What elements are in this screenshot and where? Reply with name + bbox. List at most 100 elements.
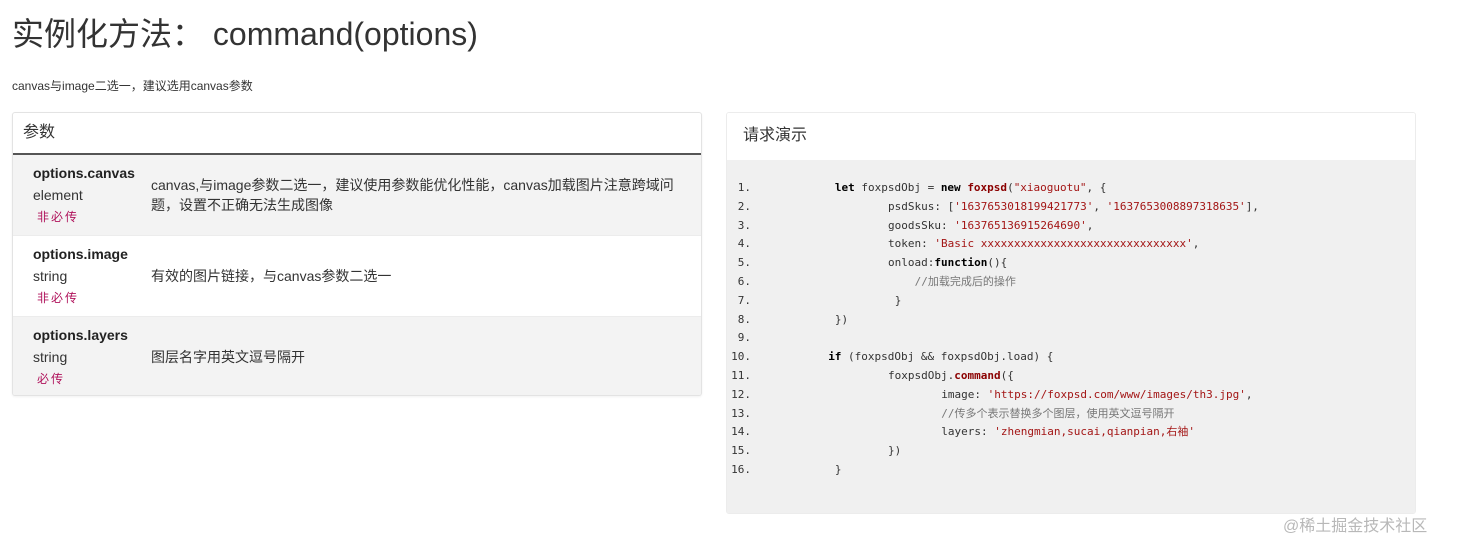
code-token: image: <box>941 387 988 401</box>
code-token: , <box>1093 199 1107 213</box>
code-line-number: 8. <box>737 312 751 326</box>
code-line: 11. foxpsdObj.command({ <box>727 366 1415 385</box>
code-line-content: }) <box>888 441 901 460</box>
code-token: } <box>894 293 902 307</box>
code-line-content: psdSkus: ['1637653018199421773', '163765… <box>888 197 1259 216</box>
code-token: layers: <box>941 425 995 439</box>
code-token: psdSkus: [ <box>888 199 955 213</box>
param-desc: 图层名字用英文逗号隔开 <box>151 349 305 365</box>
code-line-content: onload:function(){ <box>888 253 1007 272</box>
code-token: //加载完成后的操作 <box>914 275 1016 288</box>
code-line: 7.} <box>727 291 1415 310</box>
code-token: 'zhengmian,sucai,qianpian,右袖' <box>994 425 1196 439</box>
code-line-number: 5. <box>737 256 751 270</box>
code-token: '163765136915264690' <box>954 218 1087 232</box>
code-line: 13. //传多个表示替换多个图层，使用英文逗号隔开 <box>727 404 1415 423</box>
params-panel: 参数 options.canvas element 非必传 canvas,与im… <box>12 112 702 396</box>
code-token: ({ <box>1000 369 1014 382</box>
code-token: foxpsd <box>967 181 1008 194</box>
code-line-number: 6. <box>737 275 751 288</box>
code-line-content: //加载完成后的操作 <box>915 272 1016 291</box>
code-line: 16.} <box>727 460 1415 479</box>
demo-panel: 请求演示 1. let foxpsdObj = new foxpsd("xiaog… <box>726 112 1416 514</box>
code-token: ], <box>1245 199 1259 213</box>
demo-header: 请求演示 <box>727 113 1415 159</box>
param-required: 必传 <box>37 372 66 386</box>
code-token: (foxpsdObj && foxpsdObj.load) { <box>841 350 1054 364</box>
code-line-number: 10. <box>731 350 751 364</box>
param-name: options.canvas <box>33 165 135 181</box>
code-token: let <box>834 181 855 194</box>
code-token: }) <box>834 312 849 326</box>
param-desc: 有效的图片链接，与canvas参数二选一 <box>151 268 392 284</box>
code-token: //传多个表示替换多个图层，使用英文逗号隔开 <box>941 406 1175 420</box>
code-line-content: token: 'Basic xxxxxxxxxxxxxxxxxxxxxxxxxx… <box>888 234 1199 253</box>
watermark: @稀土掘金技术社区 <box>1283 518 1428 535</box>
code-line: 4. token: 'Basic xxxxxxxxxxxxxxxxxxxxxxxx… <box>727 234 1415 253</box>
code-line: 12. image: 'https://foxpsd.com/www/images… <box>727 385 1415 404</box>
code-line-number: 14. <box>731 425 751 439</box>
code-line-number: 7. <box>737 293 751 307</box>
param-type: element <box>33 187 83 203</box>
code-token: goodsSku: <box>888 218 955 232</box>
code-token: command <box>954 369 1001 382</box>
code-token: 'Basic xxxxxxxxxxxxxxxxxxxxxxxxxxxxxxx' <box>934 237 1193 251</box>
code-token: , <box>1086 218 1094 232</box>
code-token: foxpsdObj. <box>888 369 955 382</box>
code-line-content: foxpsdObj.command({ <box>888 366 1014 385</box>
code-line-content: } <box>835 460 842 479</box>
code-token: '1637653018199421773' <box>954 199 1094 213</box>
code-token: token: <box>888 237 935 251</box>
param-row-layers: options.layers string 必传 图层名字用英文逗号隔开 <box>13 317 701 395</box>
param-name: options.image <box>33 246 128 262</box>
param-row-image: options.image string 非必传 有效的图片链接，与canvas… <box>13 236 701 317</box>
code-line-number: 4. <box>737 237 751 251</box>
param-type: string <box>33 268 68 284</box>
code-token: "xiaoguotu" <box>1013 181 1087 194</box>
code-line-number: 16. <box>731 463 751 476</box>
page-title: 实例化方法： command(options) <box>12 16 478 52</box>
code-token: new <box>940 181 961 194</box>
code-token: , <box>1245 387 1253 401</box>
param-required: 非必传 <box>37 291 80 305</box>
code-line-number: 1. <box>737 181 751 194</box>
code-token: if <box>828 350 842 364</box>
code-token: foxpsdObj = <box>854 181 941 194</box>
code-line: 6. //加载完成后的操作 <box>727 272 1415 291</box>
code-line: 2. psdSkus: ['1637653018199421773', '1637… <box>727 197 1415 216</box>
code-token: , { <box>1086 181 1107 194</box>
code-token: , <box>1192 237 1200 251</box>
params-header: 参数 <box>13 113 701 155</box>
code-line: 15.}) <box>727 441 1415 460</box>
param-name: options.layers <box>33 327 128 343</box>
code-line-content: if (foxpsdObj && foxpsdObj.load) { <box>828 347 1053 366</box>
code-token: '1637653008897318635' <box>1106 199 1246 213</box>
param-type: string <box>33 349 68 365</box>
param-desc: canvas,与image参数二选一，建议使用参数能优化性能，canvas加载图… <box>151 177 674 213</box>
code-token: (){ <box>987 256 1008 270</box>
code-token: 'https://foxpsd.com/www/images/th3.jpg' <box>987 387 1246 401</box>
code-line-number: 3. <box>737 218 751 232</box>
code-line-content: }) <box>835 310 848 329</box>
code-line-content: //传多个表示替换多个图层，使用英文逗号隔开 <box>941 404 1174 423</box>
code-token: } <box>834 463 842 476</box>
code-token: function <box>934 256 988 270</box>
code-block[interactable]: 1. let foxpsdObj = new foxpsd("xiaoguotu"… <box>727 160 1415 513</box>
code-line-number: 15. <box>731 444 751 458</box>
code-line-content: } <box>895 291 902 310</box>
code-line: 10. if (foxpsdObj && foxpsdObj.load) { <box>727 347 1415 366</box>
code-token: }) <box>888 444 902 458</box>
code-line: 8.}) <box>727 310 1415 329</box>
param-required: 非必传 <box>37 210 80 224</box>
code-line-content: goodsSku: '163765136915264690', <box>888 216 1093 235</box>
code-token: ( <box>1007 181 1014 194</box>
code-line-content: layers: 'zhengmian,sucai,qianpian,右袖' <box>941 422 1195 441</box>
code-line: 9. <box>727 328 1415 347</box>
code-line-number: 9. <box>737 331 751 345</box>
page-subtitle: canvas与image二选一，建议选用canvas参数 <box>12 79 253 93</box>
code-line: 5. onload:function(){ <box>727 253 1415 272</box>
code-line: 14. layers: 'zhengmian,sucai,qianpian,右袖' <box>727 422 1415 441</box>
code-line-number: 11. <box>731 369 751 382</box>
code-line-number: 12. <box>731 387 751 401</box>
code-line-content: let foxpsdObj = new foxpsd("xiaoguotu", … <box>835 178 1107 197</box>
